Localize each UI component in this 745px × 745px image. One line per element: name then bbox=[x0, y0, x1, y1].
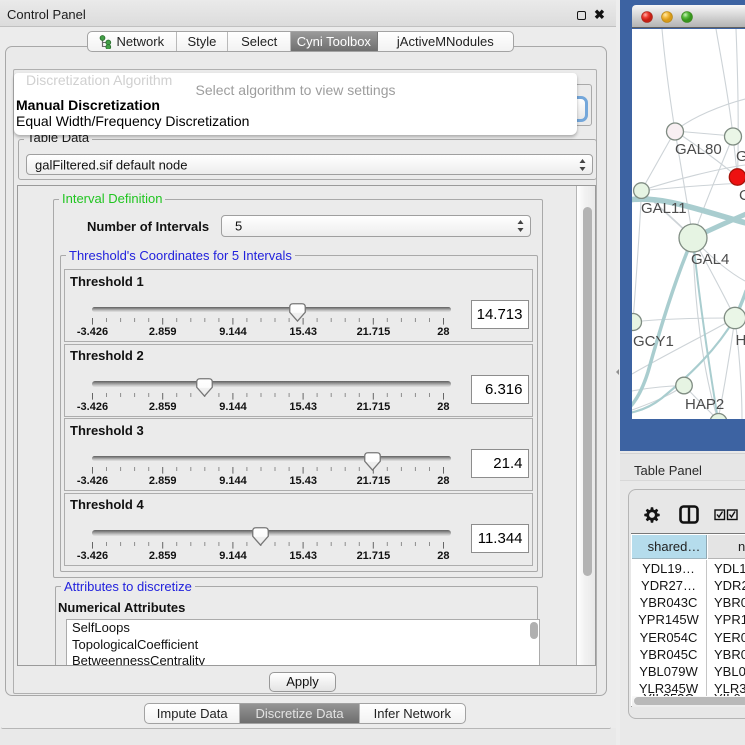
svg-text:GAL80: GAL80 bbox=[675, 141, 722, 158]
svg-text:H: H bbox=[736, 332, 745, 349]
svg-text:G.: G. bbox=[736, 148, 745, 165]
svg-text:GAL4: GAL4 bbox=[691, 251, 729, 268]
svg-text:HAP2: HAP2 bbox=[685, 396, 724, 413]
svg-text:GAL11: GAL11 bbox=[641, 200, 687, 217]
svg-text:GCY1: GCY1 bbox=[633, 333, 674, 350]
svg-text:C: C bbox=[739, 187, 745, 204]
